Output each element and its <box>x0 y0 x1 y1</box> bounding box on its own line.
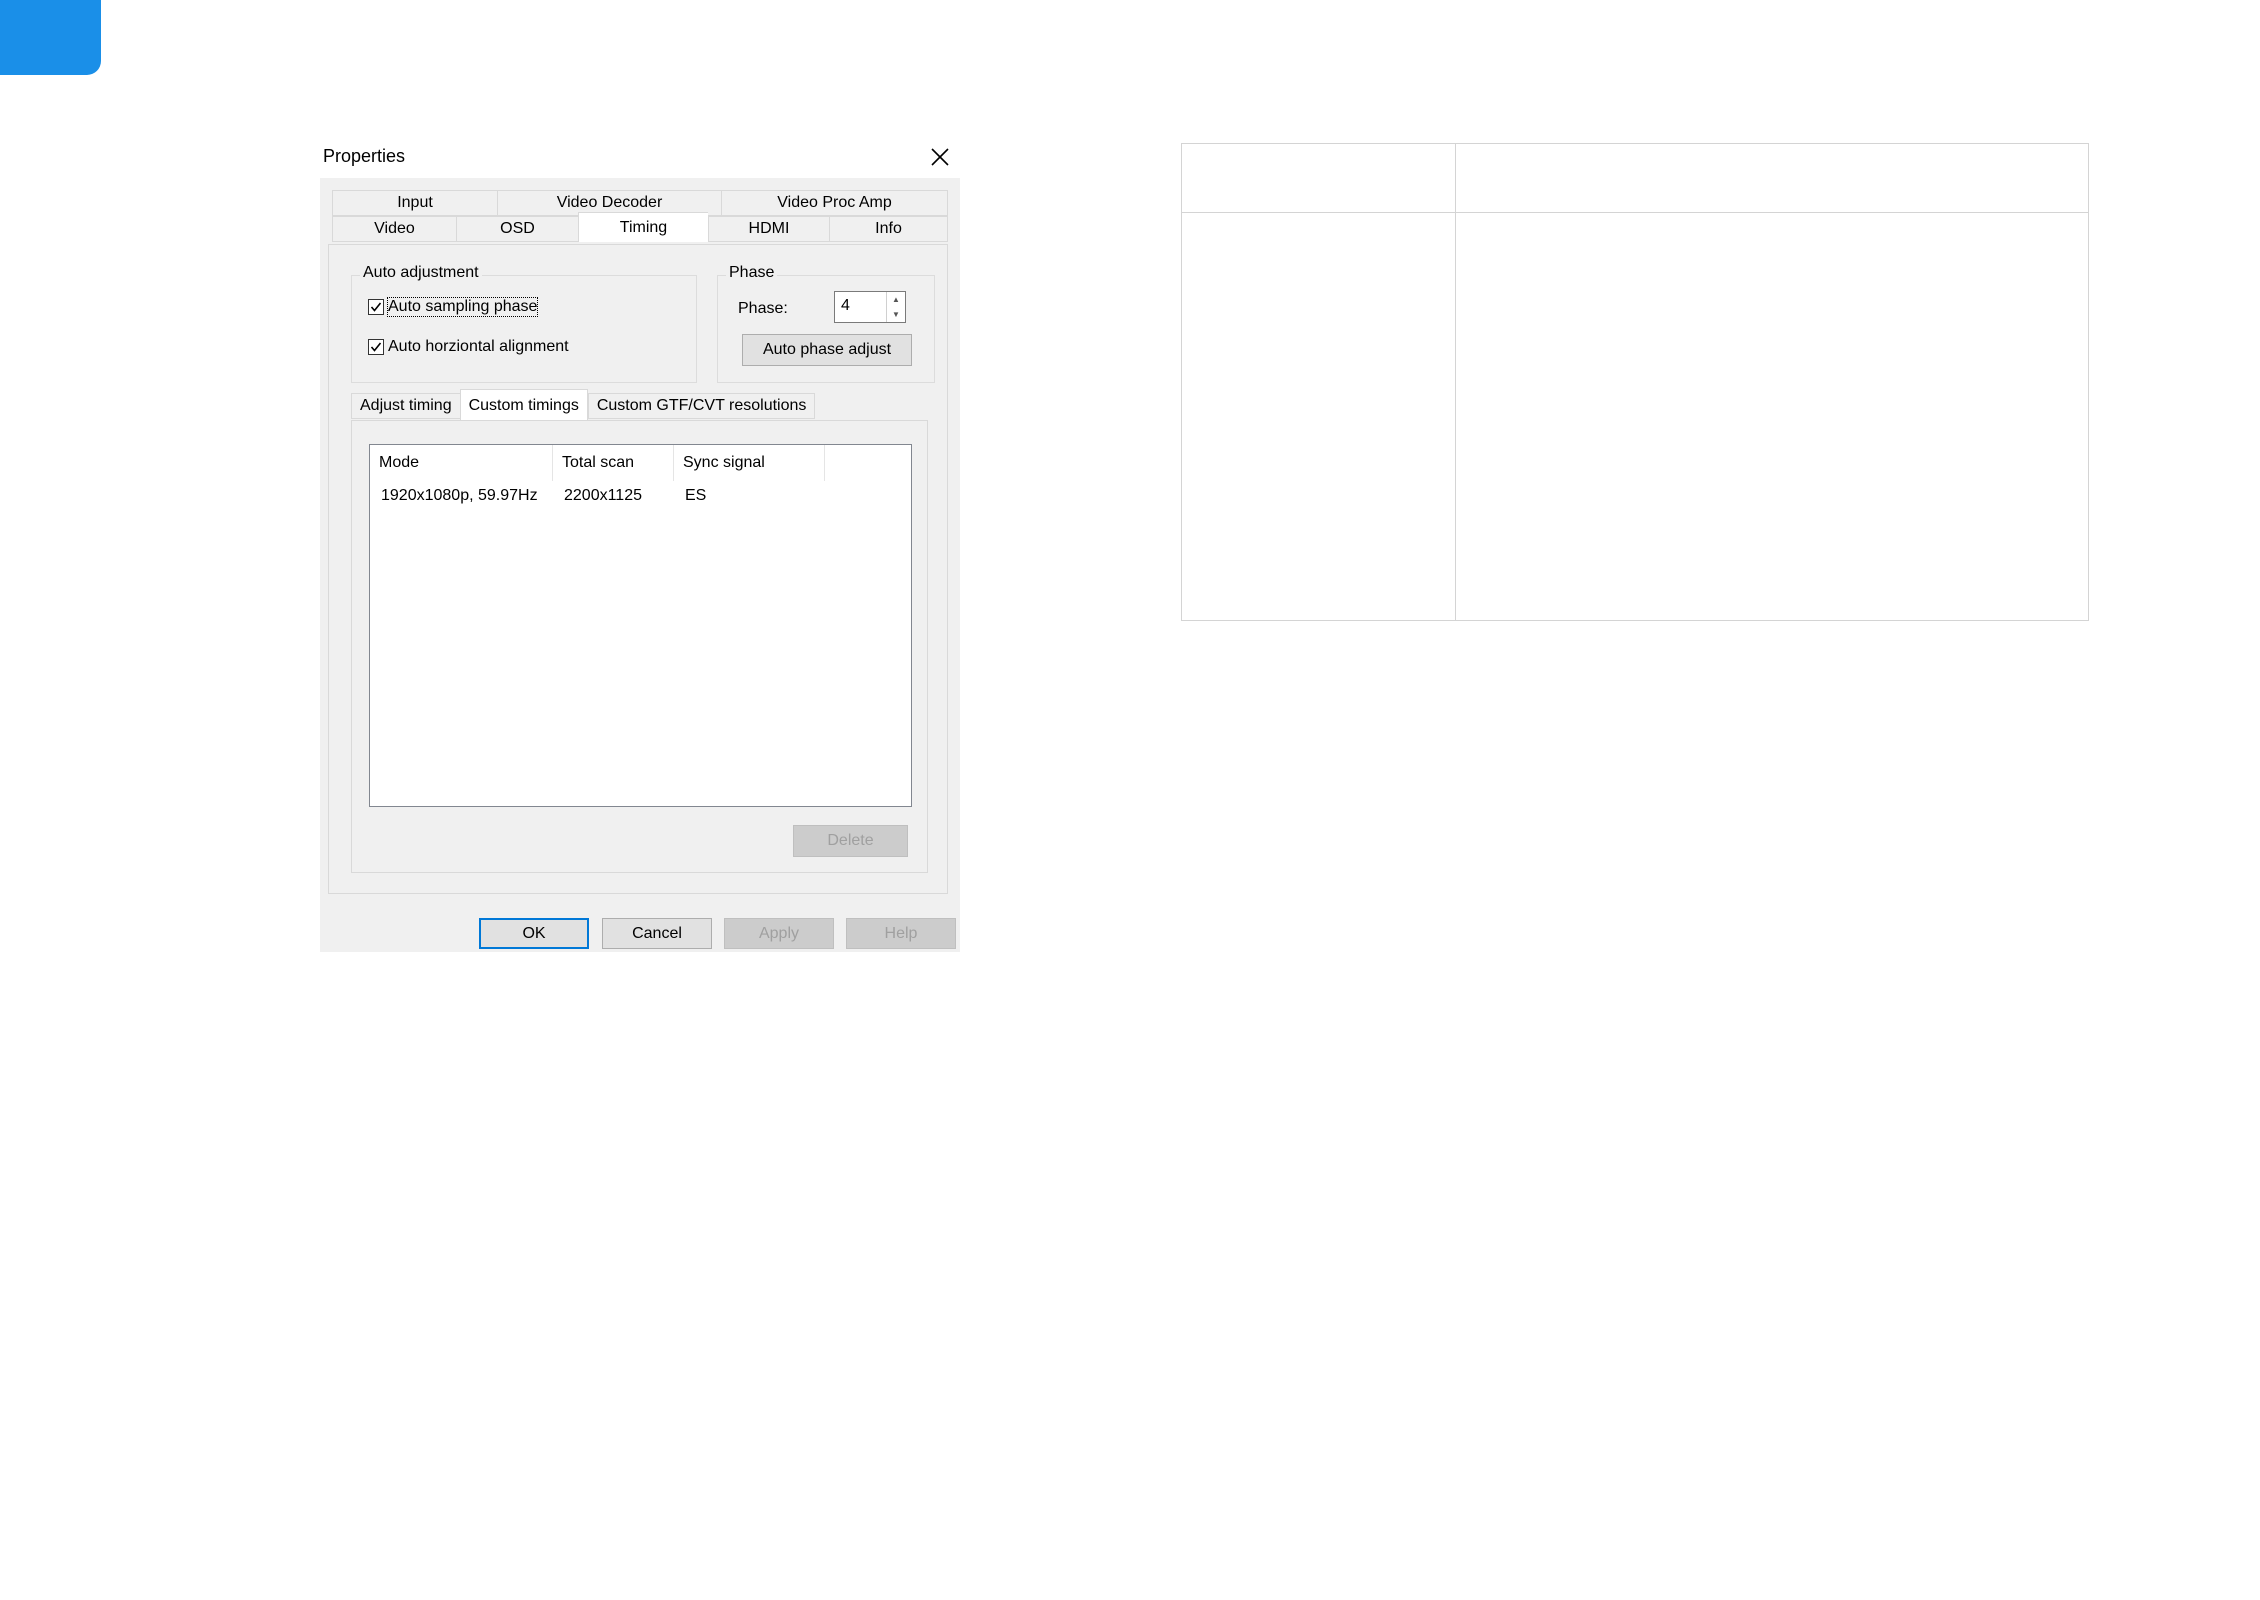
checkmark-icon <box>370 302 382 312</box>
auto-horizontal-alignment-checkbox[interactable] <box>368 339 384 355</box>
auto-sampling-phase-checkbox[interactable] <box>368 299 384 315</box>
help-button[interactable]: Help <box>846 918 956 949</box>
auto-horizontal-alignment-row[interactable]: Auto horziontal alignment <box>368 338 569 356</box>
phase-field-label: Phase: <box>738 300 788 317</box>
dialog-title: Properties <box>323 146 406 166</box>
spin-down-icon[interactable]: ▼ <box>887 307 905 322</box>
cell-total-scan: 2200x1125 <box>564 487 642 504</box>
delete-button[interactable]: Delete <box>793 825 908 857</box>
custom-timings-page: Mode Total scan Sync signal 1920x1080p, … <box>351 420 928 873</box>
column-total-scan[interactable]: Total scan <box>553 445 674 481</box>
apply-button[interactable]: Apply <box>724 918 834 949</box>
column-sync-signal[interactable]: Sync signal <box>674 445 825 481</box>
close-icon[interactable] <box>928 145 952 169</box>
list-header: Mode Total scan Sync signal <box>370 445 825 481</box>
tab-video[interactable]: Video <box>332 216 456 242</box>
subtab-custom-gtf-cvt[interactable]: Custom GTF/CVT resolutions <box>587 393 816 419</box>
tab-info[interactable]: Info <box>829 216 948 242</box>
cancel-button[interactable]: Cancel <box>602 918 712 949</box>
auto-adjustment-label: Auto adjustment <box>360 264 482 282</box>
corner-accent-tab <box>0 0 101 75</box>
custom-timings-list[interactable]: Mode Total scan Sync signal 1920x1080p, … <box>369 444 912 807</box>
subtab-custom-timings[interactable]: Custom timings <box>459 389 588 421</box>
properties-dialog: Input Video Decoder Video Proc Amp Video… <box>320 178 960 952</box>
phase-value[interactable]: 4 <box>841 297 850 315</box>
auto-sampling-phase-row[interactable]: Auto sampling phase <box>368 297 539 317</box>
auto-sampling-phase-label: Auto sampling phase <box>386 297 539 317</box>
phase-group: Phase Phase: 4 ▲ ▼ Auto phase adjust <box>717 264 935 383</box>
checkmark-icon <box>370 342 382 352</box>
column-mode[interactable]: Mode <box>370 445 553 481</box>
timing-tab-page: Auto adjustment Auto sampling phase Auto… <box>328 244 948 894</box>
tab-timing[interactable]: Timing <box>578 212 708 242</box>
phase-group-label: Phase <box>726 264 778 282</box>
tab-video-proc-amp[interactable]: Video Proc Amp <box>721 190 948 216</box>
timing-subtabs: Adjust timing Custom timings Custom GTF/… <box>351 389 816 421</box>
subtab-adjust-timing[interactable]: Adjust timing <box>351 393 460 419</box>
tab-osd[interactable]: OSD <box>456 216 578 242</box>
empty-table <box>1181 143 2089 621</box>
table-header-divider <box>1182 212 2088 213</box>
auto-adjustment-group: Auto adjustment Auto sampling phase Auto… <box>351 264 697 383</box>
tab-row-2: Video OSD Timing HDMI Info <box>332 212 948 242</box>
auto-horizontal-alignment-label: Auto horziontal alignment <box>388 338 569 355</box>
cell-sync-signal: ES <box>685 487 707 504</box>
table-row[interactable]: 1920x1080p, 59.97Hz 2200x1125 ES <box>370 483 825 509</box>
spin-up-icon[interactable]: ▲ <box>887 292 905 307</box>
ok-button[interactable]: OK <box>479 918 589 949</box>
table-column-divider <box>1455 144 1456 620</box>
cell-mode: 1920x1080p, 59.97Hz <box>381 487 538 504</box>
tab-input[interactable]: Input <box>332 190 497 216</box>
tab-hdmi[interactable]: HDMI <box>708 216 829 242</box>
phase-spin-buttons[interactable]: ▲ ▼ <box>886 292 905 322</box>
auto-phase-adjust-button[interactable]: Auto phase adjust <box>742 334 912 366</box>
phase-spinner[interactable]: 4 ▲ ▼ <box>834 291 906 323</box>
